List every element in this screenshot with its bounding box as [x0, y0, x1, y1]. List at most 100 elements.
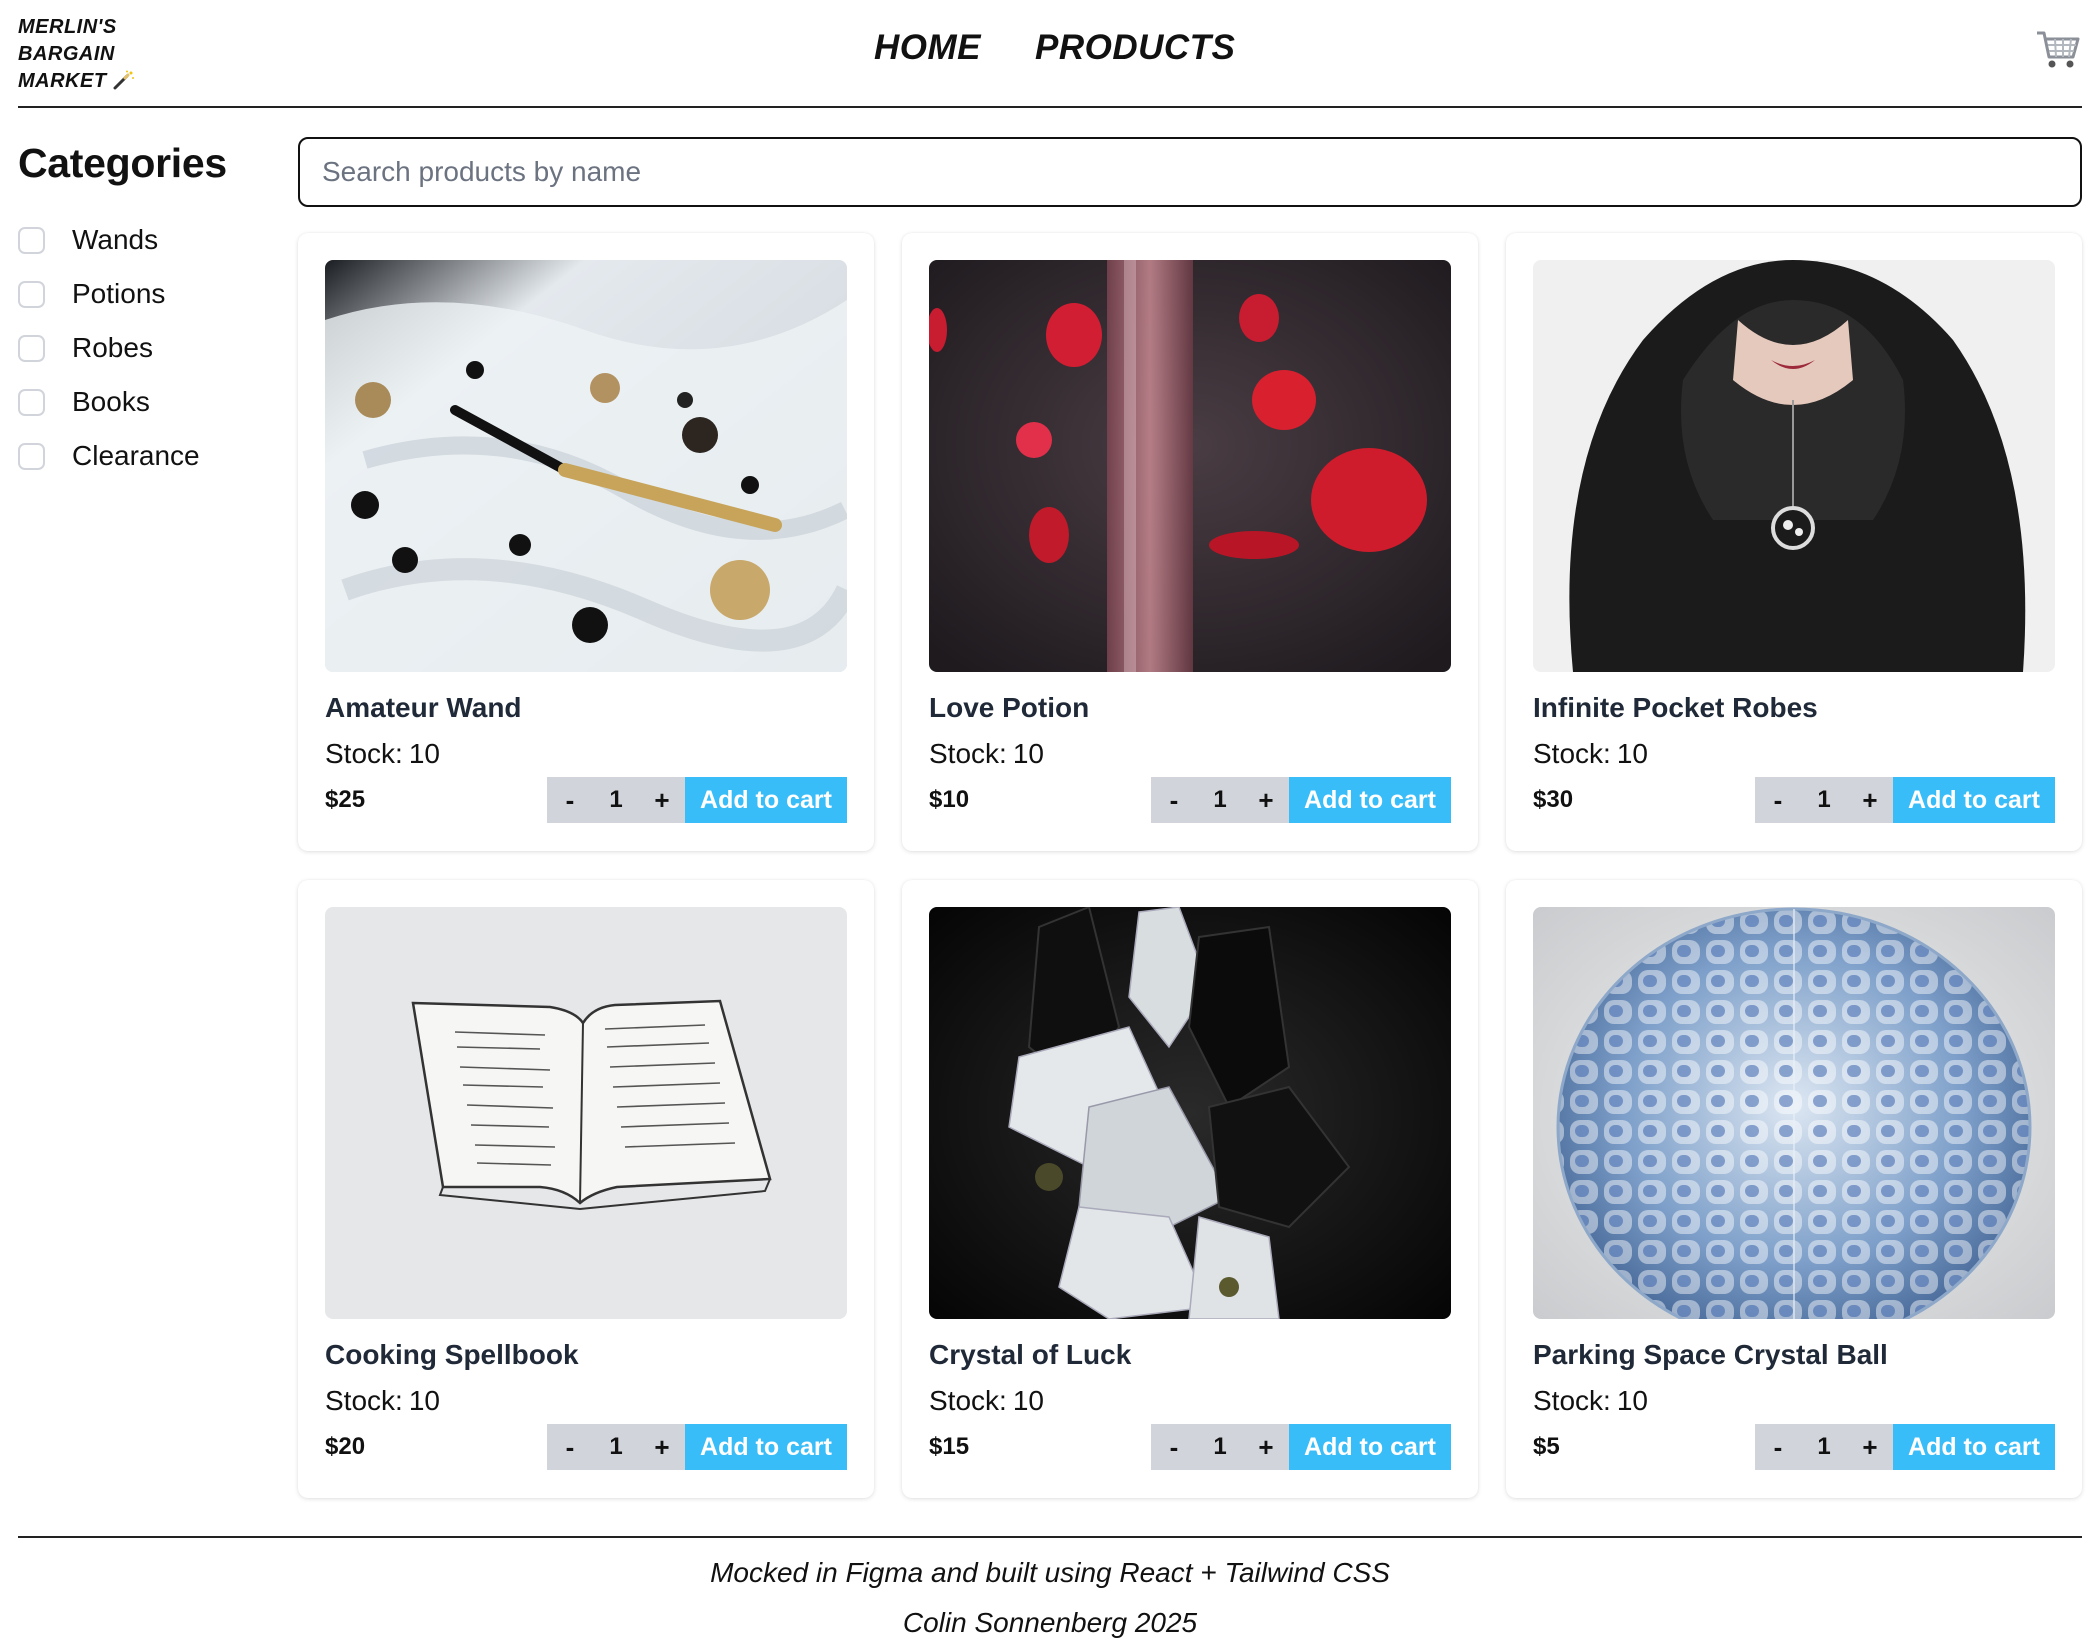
categories-heading: Categories — [18, 140, 227, 186]
category-checkbox[interactable] — [18, 334, 45, 362]
decrement-button[interactable]: - — [1755, 777, 1801, 823]
product-price: $20 — [325, 1433, 366, 1460]
product-name[interactable]: Cooking Spellbook — [325, 1339, 847, 1371]
product-card: Love Potion Stock: 10 $10 - 1 + Add to ca… — [902, 233, 1478, 851]
category-item-clearance[interactable]: Clearance — [18, 429, 278, 483]
category-label: Books — [72, 386, 150, 417]
decrement-button[interactable]: - — [547, 1424, 593, 1470]
product-image-wand — [325, 260, 847, 672]
product-stock: Stock: 10 — [325, 1385, 847, 1417]
quantity-stepper: - 1 + — [1755, 1424, 1893, 1470]
stock-label: Stock: — [325, 738, 403, 769]
product-grid: Amateur Wand Stock: 10 $25 - 1 + Add to c… — [298, 233, 2082, 1498]
product-card: Parking Space Crystal Ball Stock: 10 $5 -… — [1506, 880, 2082, 1498]
product-image-crystal — [929, 907, 1451, 1319]
logo-line-3: MARKET — [18, 70, 107, 92]
category-item-wands[interactable]: Wands — [18, 213, 278, 267]
quantity-value: 1 — [1817, 1433, 1831, 1460]
quantity-stepper: - 1 + — [1151, 1424, 1289, 1470]
product-actions: $10 - 1 + Add to cart — [929, 777, 1451, 823]
product-price: $5 — [1533, 1433, 1560, 1460]
product-image-spellbook — [325, 907, 847, 1319]
product-image-potion — [929, 260, 1451, 672]
product-card: Amateur Wand Stock: 10 $25 - 1 + Add to c… — [298, 233, 874, 851]
add-to-cart-button[interactable]: Add to cart — [1893, 1424, 2055, 1470]
product-stock: Stock: 10 — [1533, 738, 2055, 770]
increment-button[interactable]: + — [1847, 777, 1893, 823]
decrement-button[interactable]: - — [547, 777, 593, 823]
search-input[interactable] — [298, 137, 2082, 207]
nav-products-link[interactable]: PRODUCTS — [1035, 28, 1235, 68]
stock-label: Stock: — [929, 1385, 1007, 1416]
category-label: Wands — [72, 224, 159, 255]
quantity-value: 1 — [1817, 786, 1831, 813]
main-nav: HOME PRODUCTS — [874, 28, 1235, 68]
product-card: Cooking Spellbook Stock: 10 $20 - 1 + Add… — [298, 880, 874, 1498]
quantity-stepper: - 1 + — [547, 777, 685, 823]
category-label: Robes — [72, 332, 153, 363]
product-actions: $15 - 1 + Add to cart — [929, 1424, 1451, 1470]
product-actions: $25 - 1 + Add to cart — [325, 777, 847, 823]
product-name[interactable]: Amateur Wand — [325, 692, 847, 724]
site-logo[interactable]: MERLIN'S BARGAIN MARKET — [18, 14, 178, 95]
footer-author-line: Colin Sonnenberg 2025 — [902, 1607, 1198, 1638]
product-card: Crystal of Luck Stock: 10 $15 - 1 + Add t… — [902, 880, 1478, 1498]
product-price: $10 — [929, 786, 970, 813]
stock-value: 10 — [1012, 738, 1044, 769]
logo-line-2: BARGAIN — [18, 43, 115, 65]
quantity-stepper: - 1 + — [547, 1424, 685, 1470]
product-name[interactable]: Infinite Pocket Robes — [1533, 692, 2055, 724]
product-price: $25 — [325, 786, 366, 813]
category-item-robes[interactable]: Robes — [18, 321, 278, 375]
product-name[interactable]: Crystal of Luck — [929, 1339, 1451, 1371]
product-image-robes — [1533, 260, 2055, 672]
quantity-value: 1 — [1213, 786, 1227, 813]
category-checkbox[interactable] — [18, 226, 45, 254]
product-price: $30 — [1533, 786, 1574, 813]
decrement-button[interactable]: - — [1151, 777, 1197, 823]
nav-home-link[interactable]: HOME — [874, 28, 981, 68]
increment-button[interactable]: + — [1847, 1424, 1893, 1470]
increment-button[interactable]: + — [1243, 1424, 1289, 1470]
magic-wand-icon — [113, 70, 135, 92]
decrement-button[interactable]: - — [1151, 1424, 1197, 1470]
stock-label: Stock: — [325, 1385, 403, 1416]
category-item-potions[interactable]: Potions — [18, 267, 278, 321]
stock-value: 10 — [408, 1385, 440, 1416]
stock-label: Stock: — [1533, 1385, 1611, 1416]
category-checkbox[interactable] — [18, 388, 45, 416]
add-to-cart-button[interactable]: Add to cart — [685, 777, 847, 823]
stock-label: Stock: — [1533, 738, 1611, 769]
decrement-button[interactable]: - — [1755, 1424, 1801, 1470]
add-to-cart-button[interactable]: Add to cart — [1893, 777, 2055, 823]
footer-credit-line: Mocked in Figma and built using React + … — [710, 1557, 1390, 1588]
product-name[interactable]: Love Potion — [929, 692, 1451, 724]
stock-value: 10 — [1616, 1385, 1648, 1416]
add-to-cart-button[interactable]: Add to cart — [1289, 1424, 1451, 1470]
increment-button[interactable]: + — [639, 1424, 685, 1470]
increment-button[interactable]: + — [639, 777, 685, 823]
product-price: $15 — [929, 1433, 970, 1460]
product-name[interactable]: Parking Space Crystal Ball — [1533, 1339, 2055, 1371]
quantity-value: 1 — [1213, 1433, 1227, 1460]
shopping-cart-icon[interactable] — [2034, 26, 2082, 74]
site-header: MERLIN'S BARGAIN MARKET HOME PRODUCTS — [18, 0, 2082, 108]
site-footer: Mocked in Figma and built using React + … — [18, 1536, 2082, 1639]
stock-value: 10 — [408, 738, 440, 769]
add-to-cart-button[interactable]: Add to cart — [1289, 777, 1451, 823]
stock-value: 10 — [1012, 1385, 1044, 1416]
product-card: Infinite Pocket Robes Stock: 10 $30 - 1 +… — [1506, 233, 2082, 851]
quantity-stepper: - 1 + — [1151, 777, 1289, 823]
product-stock: Stock: 10 — [929, 738, 1451, 770]
category-sidebar: Categories Wands Potions Robes Books Cle… — [18, 140, 278, 483]
product-actions: $5 - 1 + Add to cart — [1533, 1424, 2055, 1470]
stock-label: Stock: — [929, 738, 1007, 769]
category-item-books[interactable]: Books — [18, 375, 278, 429]
increment-button[interactable]: + — [1243, 777, 1289, 823]
category-label: Clearance — [72, 440, 200, 471]
add-to-cart-button[interactable]: Add to cart — [685, 1424, 847, 1470]
category-checkbox[interactable] — [18, 442, 45, 470]
product-stock: Stock: 10 — [1533, 1385, 2055, 1417]
category-checkbox[interactable] — [18, 280, 45, 308]
quantity-value: 1 — [609, 786, 623, 813]
